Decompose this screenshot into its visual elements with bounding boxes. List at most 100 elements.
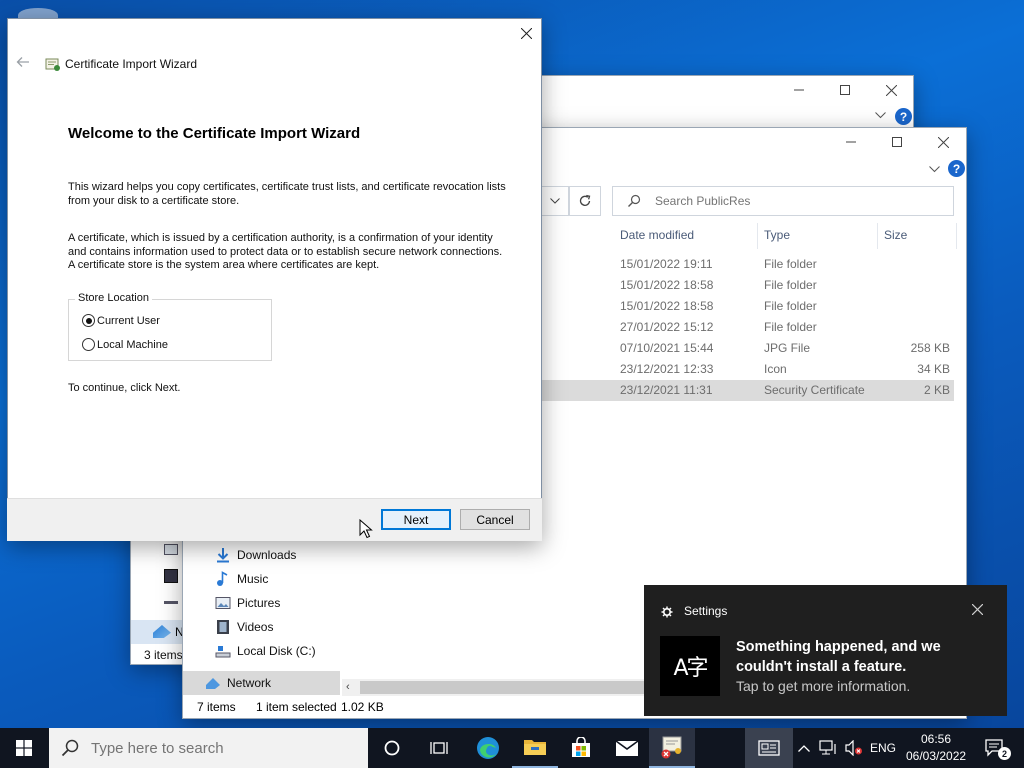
toast-title: Something happened, and we couldn't inst… — [736, 639, 941, 675]
drive-icon — [164, 594, 178, 604]
radio-current-user[interactable]: Current User — [82, 314, 160, 327]
sidebar-item-local-disk[interactable]: Local Disk (C:) — [215, 639, 316, 663]
taskbar-search-box[interactable] — [49, 728, 368, 768]
sidebar-item-label: Pictures — [237, 596, 281, 610]
refresh-icon — [579, 194, 591, 206]
help-icon[interactable]: ? — [948, 160, 965, 177]
certificate-import-wizard[interactable]: Certificate Import Wizard — [7, 18, 542, 541]
continue-hint: To continue, click Next. — [68, 382, 181, 394]
search-icon — [628, 194, 641, 207]
scroll-left-icon[interactable]: ‹ — [346, 681, 350, 693]
column-header-type[interactable]: Type — [764, 228, 790, 242]
search-icon — [61, 739, 79, 757]
start-button[interactable] — [1, 728, 47, 768]
notification-badge: 2 — [998, 747, 1011, 760]
radio-local-machine[interactable]: Local Machine — [82, 338, 168, 351]
cell-type: Security Certificate — [764, 383, 865, 397]
cell-type: JPG File — [764, 341, 811, 355]
certificate-app-button[interactable] — [649, 728, 695, 768]
radio-unselected-icon[interactable] — [82, 338, 95, 351]
nav-icon-partial — [164, 544, 178, 555]
column-divider[interactable] — [877, 223, 878, 249]
cell-date: 27/01/2022 15:12 — [620, 320, 714, 334]
table-row[interactable]: 15/01/2022 19:11 File folder — [540, 254, 954, 275]
table-row[interactable]: 27/01/2022 15:12 File folder — [540, 317, 954, 338]
cell-size: 258 KB — [910, 341, 950, 355]
radio-label: Current User — [97, 314, 160, 327]
intro-paragraph: This wizard helps you copy certificates,… — [68, 181, 506, 207]
edge-button[interactable] — [465, 728, 511, 768]
store-button[interactable] — [558, 728, 604, 768]
table-row-selected[interactable]: 23/12/2021 11:31 Security Certificate 2 KB — [540, 380, 954, 401]
minimize-icon — [846, 141, 856, 143]
show-hidden-icons-button[interactable] — [794, 728, 814, 768]
pictures-icon — [215, 597, 231, 609]
radio-selected-icon[interactable] — [82, 314, 95, 327]
close-button[interactable] — [506, 19, 546, 47]
maximize-button[interactable] — [877, 128, 917, 156]
mail-button[interactable] — [604, 728, 650, 768]
column-header-size[interactable]: Size — [884, 228, 907, 242]
file-explorer-button[interactable] — [512, 728, 558, 768]
search-box[interactable] — [612, 186, 954, 216]
sidebar-item-pictures[interactable]: Pictures — [215, 591, 280, 615]
sidebar-item-network[interactable]: N — [131, 620, 184, 644]
minimize-button[interactable] — [779, 76, 819, 104]
back-button[interactable] — [16, 56, 32, 70]
cell-type: File folder — [764, 299, 817, 313]
next-button[interactable]: Next — [381, 509, 451, 530]
clock-time[interactable]: 06:56 — [921, 732, 951, 746]
sidebar-item-videos[interactable]: Videos — [215, 615, 273, 639]
table-row[interactable]: 23/12/2021 12:33 Icon 34 KB — [540, 359, 954, 380]
table-row[interactable]: 15/01/2022 18:58 File folder — [540, 275, 954, 296]
description-paragraph: A certificate, which is issued by a cert… — [68, 232, 503, 271]
chevron-down-icon — [550, 198, 560, 204]
cell-size: 34 KB — [917, 362, 950, 376]
ribbon-expand-icon[interactable] — [929, 164, 940, 176]
network-tray-button[interactable] — [815, 728, 841, 768]
task-view-button[interactable] — [416, 728, 462, 768]
toast-body: Tap to get more information. — [736, 678, 911, 694]
volume-muted-icon — [845, 740, 862, 756]
column-header-date[interactable]: Date modified — [620, 228, 694, 242]
cell-date: 23/12/2021 12:33 — [620, 362, 714, 376]
gear-icon — [661, 606, 673, 618]
maximize-button[interactable] — [825, 76, 865, 104]
sidebar-item-label: Music — [237, 572, 269, 586]
sidebar-item-network[interactable]: Network — [183, 671, 340, 695]
page-title: Welcome to the Certificate Import Wizard — [68, 125, 361, 142]
table-row[interactable]: 15/01/2022 18:58 File folder — [540, 296, 954, 317]
icon-glyph: A字 — [673, 656, 708, 681]
table-row[interactable]: 07/10/2021 15:44 JPG File 258 KB — [540, 338, 954, 359]
cancel-button[interactable]: Cancel — [460, 509, 530, 530]
task-view-icon — [430, 742, 448, 754]
tray-action-center-apps-button[interactable] — [745, 728, 793, 768]
notification-center-button[interactable]: 2 — [973, 728, 1017, 768]
sidebar-item-downloads[interactable]: Downloads — [215, 543, 296, 567]
column-divider[interactable] — [757, 223, 758, 249]
cell-date: 15/01/2022 19:11 — [620, 257, 713, 271]
column-divider[interactable] — [956, 223, 957, 249]
sidebar-item-label: Downloads — [237, 548, 297, 562]
taskbar-search-input[interactable] — [89, 738, 349, 758]
toast-notification[interactable]: Settings A字 Something happened, and we c… — [644, 585, 1007, 716]
input-language-indicator[interactable]: ENG — [870, 741, 896, 755]
help-icon[interactable]: ? — [895, 108, 912, 125]
close-button[interactable] — [923, 128, 963, 156]
chevron-up-icon — [798, 745, 810, 752]
clock-date[interactable]: 06/03/2022 — [906, 749, 966, 763]
ribbon-expand-icon[interactable] — [875, 110, 886, 122]
minimize-button[interactable] — [831, 128, 871, 156]
sidebar-item-music[interactable]: Music — [215, 567, 268, 591]
refresh-button[interactable] — [569, 186, 601, 216]
videos-icon — [217, 620, 229, 634]
close-icon — [937, 136, 949, 148]
cortana-button[interactable] — [369, 728, 415, 768]
status-item-count: 7 items — [197, 700, 236, 714]
close-button[interactable] — [871, 76, 911, 104]
store-icon — [572, 737, 590, 757]
volume-tray-button[interactable] — [841, 728, 867, 768]
toast-close-button[interactable] — [971, 603, 988, 620]
search-input[interactable] — [653, 193, 953, 209]
address-dropdown-button[interactable] — [542, 186, 569, 216]
